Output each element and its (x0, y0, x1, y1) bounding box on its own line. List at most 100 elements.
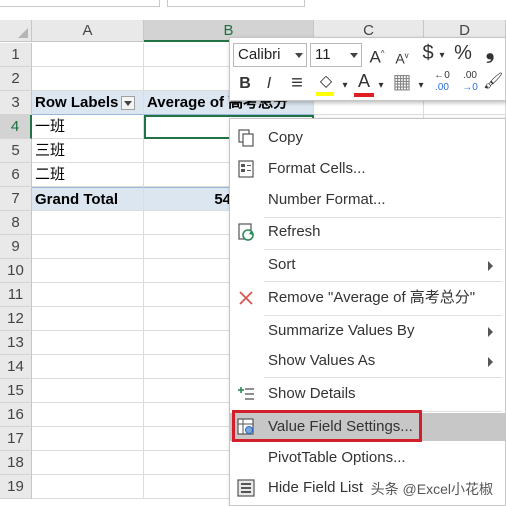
percent-style-button[interactable]: % (451, 43, 475, 63)
grand-total-label[interactable]: Grand Total (32, 187, 144, 211)
font-name-box[interactable]: Calibri (233, 43, 307, 67)
chevron-down-icon[interactable]: ▾ (340, 76, 350, 96)
grid-cell[interactable] (32, 211, 144, 235)
menu-label: Summarize Values By (268, 322, 415, 339)
comma-style-button[interactable]: ❟ (480, 40, 500, 62)
increase-decimal-button[interactable]: ←0 .00 (429, 70, 455, 94)
row-header[interactable]: 6 (0, 163, 32, 187)
increase-decimal-icon-bottom: .00 (435, 82, 449, 93)
row-header[interactable]: 9 (0, 235, 32, 259)
filter-dropdown-icon[interactable] (121, 96, 136, 111)
grid-cell[interactable] (32, 307, 144, 331)
grid-cell[interactable] (32, 283, 144, 307)
remove-x-icon (239, 291, 253, 305)
pivot-item-row[interactable]: 三班 (32, 139, 144, 163)
menu-item-sort[interactable]: Sort (230, 251, 505, 279)
grid-cell[interactable] (32, 235, 144, 259)
grid-cell[interactable] (32, 451, 144, 475)
select-all-corner[interactable] (0, 20, 32, 42)
row-header[interactable]: 4 (0, 115, 32, 139)
fill-color-swatch (316, 92, 334, 96)
highlight-callout-box (232, 410, 422, 442)
menu-separator (264, 281, 502, 282)
decrease-decimal-button[interactable]: .00 →0 (457, 70, 483, 94)
accounting-format-button[interactable]: $ (419, 43, 437, 63)
show-details-icon (238, 387, 254, 400)
format-cells-icon (238, 160, 254, 178)
menu-label: Show Details (268, 385, 356, 402)
menu-separator (264, 377, 502, 378)
chevron-down-icon (350, 53, 358, 58)
row-header[interactable]: 13 (0, 331, 32, 355)
menu-item-summarize-values-by[interactable]: Summarize Values By (230, 317, 505, 345)
row-header[interactable]: 1 (0, 43, 32, 67)
menu-item-remove-field[interactable]: Remove "Average of 高考总分" (230, 284, 505, 312)
menu-item-refresh[interactable]: Refresh (230, 218, 505, 246)
increase-decimal-icon-top: ←0 (434, 70, 450, 81)
menu-label: Format Cells... (268, 160, 366, 177)
row-header[interactable]: 17 (0, 427, 32, 451)
row-header[interactable]: 7 (0, 187, 32, 211)
menu-separator (264, 249, 502, 250)
row-header[interactable]: 16 (0, 403, 32, 427)
context-menu: Copy Format Cells... Number Format... Re… (229, 118, 506, 506)
menu-item-copy[interactable]: Copy (230, 124, 505, 152)
font-color-icon: A (357, 71, 370, 91)
row-header[interactable]: 5 (0, 139, 32, 163)
row-header[interactable]: 10 (0, 259, 32, 283)
menu-label: Show Values As (268, 352, 376, 369)
grid-cell[interactable] (32, 403, 144, 427)
font-color-button[interactable]: A (354, 71, 374, 97)
menu-separator (264, 315, 502, 316)
grow-font-button[interactable]: A^ (367, 44, 387, 68)
formula-input[interactable] (167, 0, 305, 7)
submenu-arrow-icon (488, 357, 493, 367)
name-box[interactable] (0, 0, 160, 7)
menu-label: Refresh (268, 223, 321, 240)
row-header[interactable]: 19 (0, 475, 32, 499)
row-labels-header[interactable]: Row Labels (32, 91, 144, 115)
row-header[interactable]: 14 (0, 355, 32, 379)
bold-button[interactable]: B (236, 74, 254, 94)
grid-cell[interactable] (32, 259, 144, 283)
grid-cell[interactable] (32, 67, 144, 91)
chevron-down-icon (295, 53, 303, 58)
center-align-button[interactable]: ≡ (286, 73, 308, 93)
row-header[interactable]: 18 (0, 451, 32, 475)
menu-item-pivottable-options[interactable]: PivotTable Options... (230, 444, 505, 472)
menu-item-show-details[interactable]: Show Details (230, 380, 505, 408)
column-header-a[interactable]: A (32, 20, 144, 42)
paint-bucket-icon: ◇ (319, 73, 333, 90)
chevron-down-icon[interactable]: ▾ (376, 76, 386, 96)
grid-cell[interactable] (32, 475, 144, 499)
grid-cell[interactable] (32, 331, 144, 355)
grid-cell[interactable] (32, 43, 144, 67)
decrease-decimal-icon-top: .00 (463, 70, 477, 81)
grid-cell[interactable] (32, 355, 144, 379)
borders-button[interactable]: ▦ (391, 72, 413, 92)
fill-color-button[interactable]: ◇ (314, 72, 338, 96)
row-header[interactable]: 2 (0, 67, 32, 91)
format-painter-button[interactable]: 🖌 (483, 72, 503, 92)
row-header[interactable]: 8 (0, 211, 32, 235)
grid-cell[interactable] (32, 379, 144, 403)
menu-item-show-values-as[interactable]: Show Values As (230, 347, 505, 375)
italic-button[interactable]: I (260, 74, 278, 94)
menu-item-number-format[interactable]: Number Format... (230, 186, 505, 214)
menu-label: Number Format... (268, 191, 386, 208)
row-header[interactable]: 15 (0, 379, 32, 403)
row-header[interactable]: 11 (0, 283, 32, 307)
menu-label: Remove "Average of 高考总分" (268, 289, 476, 306)
copy-icon (238, 129, 254, 147)
pivot-item-row[interactable]: 一班 (32, 115, 144, 139)
pivot-item-row[interactable]: 二班 (32, 163, 144, 187)
chevron-down-icon[interactable]: ▾ (416, 76, 426, 96)
font-size-value: 11 (315, 46, 331, 63)
row-header[interactable]: 12 (0, 307, 32, 331)
grid-cell[interactable] (32, 427, 144, 451)
row-header[interactable]: 3 (0, 91, 32, 115)
chevron-down-icon[interactable]: ▾ (437, 46, 447, 66)
shrink-font-button[interactable]: Av (392, 46, 412, 69)
menu-item-format-cells[interactable]: Format Cells... (230, 155, 505, 183)
font-size-box[interactable]: 11 (310, 43, 362, 67)
